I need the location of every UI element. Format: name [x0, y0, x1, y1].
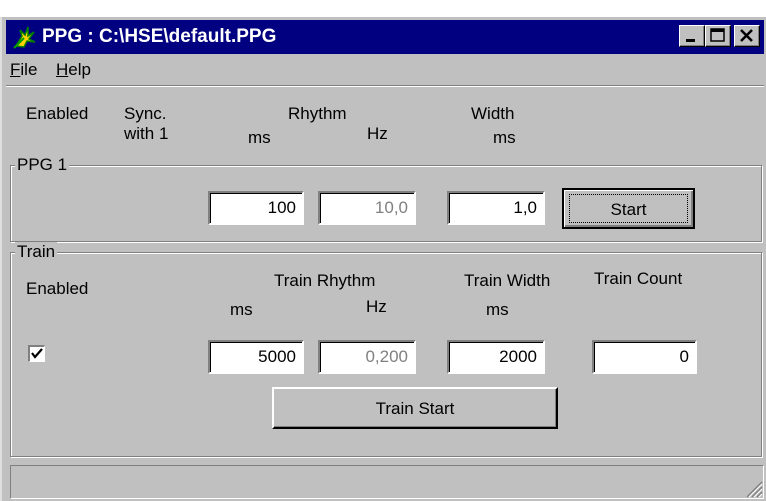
window-title: PPG : C:\HSE\default.PPG — [42, 26, 277, 47]
status-bar — [10, 465, 764, 499]
ppg-window: PPG : C:\HSE\default.PPG File Help Enabl… — [0, 17, 766, 501]
start-button[interactable]: Start — [562, 188, 695, 229]
header-rhythm: Rhythm — [288, 104, 347, 123]
train-rhythm-hz-unit: Hz — [366, 297, 387, 316]
ppg1-width-ms-input[interactable]: 1,0 — [447, 191, 545, 225]
menu-file-label: File — [10, 60, 38, 79]
header-width-ms: ms — [493, 128, 516, 147]
ppg1-group-title: PPG 1 — [15, 155, 70, 175]
minimize-button[interactable] — [679, 25, 705, 47]
header-rhythm-hz: Hz — [367, 124, 388, 143]
close-button[interactable] — [734, 25, 760, 47]
train-rhythm-label: Train Rhythm — [274, 271, 376, 290]
header-sync-line1: Sync. — [124, 104, 167, 123]
ppg1-rhythm-hz-input: 10,0 — [318, 191, 416, 225]
train-width-ms-unit: ms — [486, 300, 509, 319]
menu-help-label: Help — [56, 60, 91, 79]
header-enabled: Enabled — [26, 104, 89, 123]
train-group-title: Train — [15, 242, 58, 262]
header-sync-line2: with 1 — [124, 124, 169, 143]
ppg1-rhythm-ms-input[interactable]: 100 — [208, 191, 304, 225]
train-rhythm-ms-unit: ms — [230, 300, 253, 319]
maximize-icon — [710, 28, 725, 42]
focus-rect — [569, 194, 688, 223]
title-bar[interactable]: PPG : C:\HSE\default.PPG — [6, 20, 764, 54]
train-start-button[interactable]: Train Start — [272, 387, 558, 429]
ppg-app-icon — [13, 26, 36, 49]
train-count-input[interactable]: 0 — [592, 340, 697, 374]
menu-help[interactable]: Help — [56, 60, 91, 80]
checkmark-icon — [31, 348, 43, 359]
menu-file[interactable]: File — [10, 60, 37, 80]
menu-separator — [6, 85, 764, 87]
menu-bar: File Help — [6, 57, 764, 83]
train-count-label: Train Count — [594, 269, 683, 288]
train-rhythm-hz-input: 0,200 — [318, 340, 416, 374]
train-enabled-label: Enabled — [26, 279, 89, 298]
header-rhythm-ms: ms — [248, 128, 271, 147]
close-icon — [740, 29, 753, 42]
minimize-icon — [686, 39, 695, 42]
train-width-label: Train Width — [464, 271, 551, 290]
maximize-button[interactable] — [705, 25, 731, 47]
header-width: Width — [471, 104, 515, 123]
train-rhythm-ms-input[interactable]: 5000 — [208, 340, 304, 374]
train-width-ms-input[interactable]: 2000 — [447, 340, 545, 374]
resize-grip-icon[interactable] — [743, 478, 763, 498]
train-enabled-checkbox[interactable] — [28, 345, 45, 362]
